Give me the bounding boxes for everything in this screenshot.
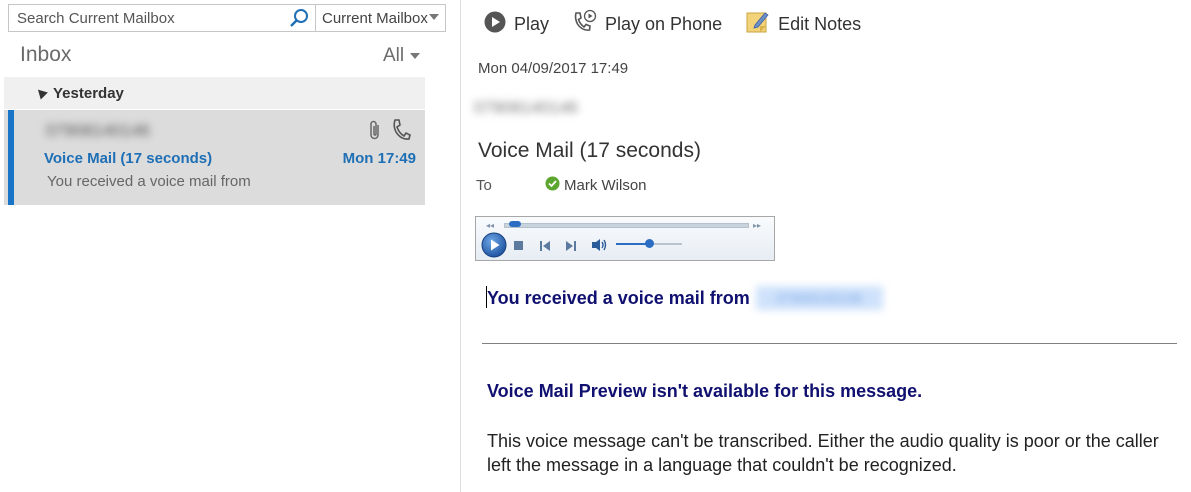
pane-divider[interactable] (460, 0, 461, 492)
message-sender: 07908140146 (46, 121, 151, 140)
group-label: Yesterday (53, 84, 124, 102)
play-on-phone-button[interactable]: Play on Phone (573, 9, 722, 40)
list-item[interactable]: 07908140146 Voice Mail (17 seconds) Mon … (4, 110, 425, 205)
to-label: To (476, 177, 492, 194)
player-play-button[interactable] (481, 232, 507, 263)
play-on-phone-label: Play on Phone (605, 13, 723, 34)
caller-number-link[interactable]: 07908140146 (755, 286, 883, 310)
body-intro-text: You received a voice mail from (487, 287, 750, 308)
edit-notes-icon (746, 10, 770, 39)
message-date: Mon 04/09/2017 17:49 (478, 60, 629, 77)
chevron-down-icon (429, 14, 439, 20)
group-header-yesterday[interactable]: Yesterday (4, 77, 425, 109)
play-label: Play (514, 13, 550, 34)
seek-bar[interactable] (504, 223, 749, 228)
reading-subject: Voice Mail (17 seconds) (478, 139, 701, 162)
seek-thumb[interactable] (509, 221, 521, 227)
edit-notes-label: Edit Notes (778, 13, 862, 34)
message-list-pane: Current Mailbox Inbox All Yesterday 0790… (0, 0, 446, 492)
volume-thumb[interactable] (645, 239, 654, 248)
horizontal-rule (482, 343, 1177, 344)
body-intro: You received a voice mail from 079081401… (487, 286, 883, 310)
collapse-triangle-icon (34, 85, 48, 100)
edit-notes-button[interactable]: Edit Notes (746, 10, 861, 39)
message-subject: Voice Mail (17 seconds) (44, 150, 213, 167)
play-button[interactable]: Play (484, 11, 549, 38)
chevron-down-icon (410, 52, 421, 59)
message-from[interactable]: 07908140146 (474, 98, 646, 130)
recipient-name: Mark Wilson (564, 177, 647, 194)
recipient[interactable]: Mark Wilson (545, 176, 647, 195)
search-icon[interactable] (283, 5, 315, 31)
volume-icon[interactable] (591, 238, 609, 257)
voicemail-phone-icon (391, 118, 411, 147)
filter-label: All (383, 45, 405, 66)
rewind-icon[interactable]: ◂◂ (486, 221, 494, 230)
search-bar: Current Mailbox (8, 4, 446, 32)
selection-accent-bar (8, 110, 14, 205)
presence-available-icon (545, 176, 560, 195)
play-on-phone-icon (573, 9, 597, 40)
attachment-icon (368, 119, 382, 146)
message-preview: You received a voice mail from (47, 173, 251, 190)
next-track-icon[interactable] (565, 239, 577, 257)
search-scope-dropdown[interactable]: Current Mailbox (315, 5, 445, 31)
fast-forward-icon[interactable]: ▸▸ (753, 221, 761, 230)
message-time: Mon 17:49 (342, 150, 416, 167)
transcription-note: This voice message can't be transcribed.… (487, 431, 1159, 475)
search-scope-label: Current Mailbox (322, 9, 428, 27)
voicemail-toolbar: Play Play on Phone Edit Notes (484, 8, 861, 40)
filter-dropdown[interactable]: All (383, 45, 421, 67)
search-input[interactable] (9, 5, 283, 31)
previous-track-icon[interactable] (539, 239, 551, 257)
folder-title: Inbox (20, 43, 72, 66)
audio-player: ◂◂ ▸▸ (475, 216, 775, 261)
play-icon (484, 11, 506, 38)
text-cursor (486, 286, 487, 308)
stop-icon[interactable] (514, 241, 523, 250)
preview-unavailable-heading: Voice Mail Preview isn't available for t… (487, 381, 923, 401)
